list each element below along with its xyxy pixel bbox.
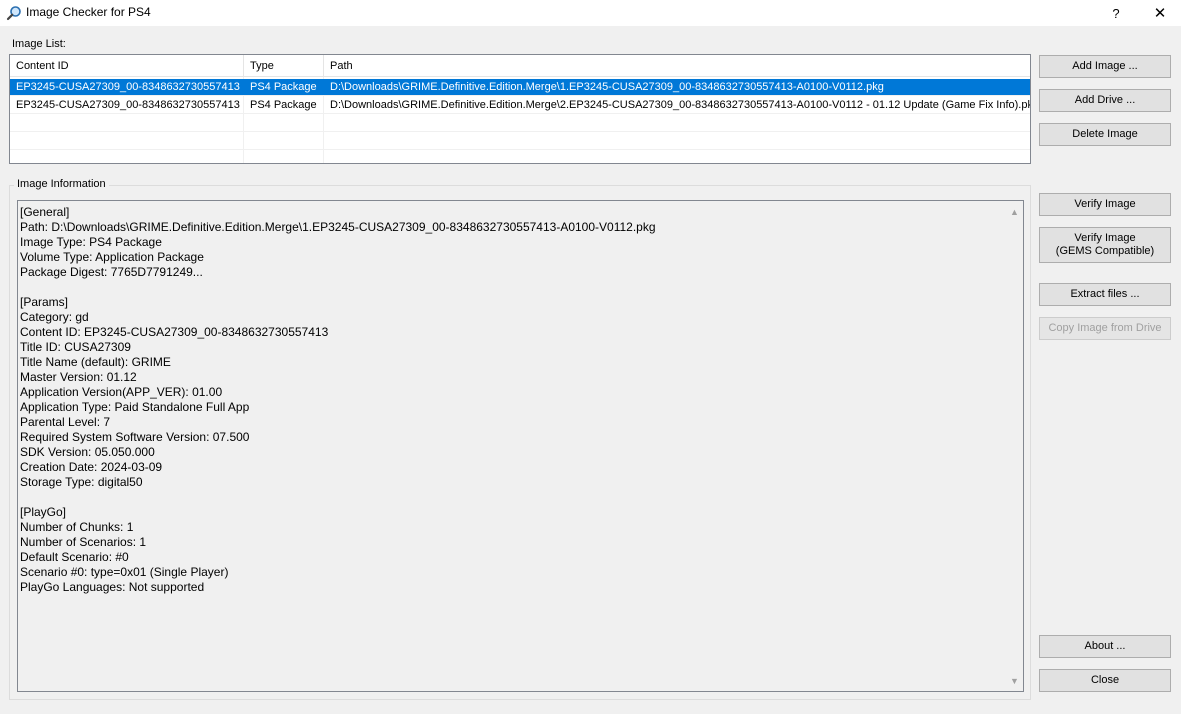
path-cell: D:\Downloads\GRIME.Definitive.Edition.Me… — [330, 81, 884, 93]
list-header: Content ID Type Path — [10, 55, 1030, 77]
add-drive-button[interactable]: Add Drive ... — [1039, 89, 1171, 112]
empty-row — [10, 133, 1030, 150]
close-window-button[interactable]: ✕ — [1137, 0, 1181, 26]
magnifier-icon — [6, 6, 21, 21]
verify-gems-label-line2: (GEMS Compatible) — [1055, 245, 1155, 257]
delete-image-button[interactable]: Delete Image — [1039, 123, 1171, 146]
list-row[interactable]: EP3245-CUSA27309_00-8348632730557413 PS4… — [10, 79, 1030, 96]
image-information-label: Image Information — [14, 178, 109, 190]
verify-image-gems-button[interactable]: Verify Image (GEMS Compatible) — [1039, 227, 1171, 263]
content-id-cell: EP3245-CUSA27309_00-8348632730557413 — [16, 81, 240, 93]
image-list[interactable]: Content ID Type Path EP3245-CUSA27309_00… — [9, 54, 1031, 164]
column-header-type[interactable]: Type — [244, 55, 324, 77]
verify-image-button[interactable]: Verify Image — [1039, 193, 1171, 216]
image-list-label: Image List: — [12, 38, 66, 50]
image-information-text: [General] Path: D:\Downloads\GRIME.Defin… — [20, 205, 656, 594]
window-title: Image Checker for PS4 — [26, 5, 151, 19]
column-header-path[interactable]: Path — [324, 55, 1030, 77]
verify-gems-label-line1: Verify Image — [1074, 232, 1136, 244]
scroll-down-icon[interactable]: ▼ — [1006, 672, 1023, 689]
column-header-content-id[interactable]: Content ID — [10, 55, 244, 77]
help-button[interactable]: ? — [1093, 0, 1139, 26]
type-cell: PS4 Package — [250, 81, 317, 93]
add-image-button[interactable]: Add Image ... — [1039, 55, 1171, 78]
about-button[interactable]: About ... — [1039, 635, 1171, 658]
image-information-textbox[interactable]: [General] Path: D:\Downloads\GRIME.Defin… — [17, 200, 1024, 692]
path-cell: D:\Downloads\GRIME.Definitive.Edition.Me… — [330, 99, 1030, 111]
copy-image-from-drive-button: Copy Image from Drive — [1039, 317, 1171, 340]
list-row[interactable]: EP3245-CUSA27309_00-8348632730557413 PS4… — [10, 97, 1030, 114]
type-cell: PS4 Package — [250, 99, 317, 111]
scroll-up-icon[interactable]: ▲ — [1006, 203, 1023, 220]
vertical-scrollbar[interactable]: ▲ ▼ — [1006, 201, 1023, 691]
empty-row — [10, 115, 1030, 132]
content-id-cell: EP3245-CUSA27309_00-8348632730557413 — [16, 99, 240, 111]
close-button[interactable]: Close — [1039, 669, 1171, 692]
title-bar: Image Checker for PS4 ? ✕ — [0, 0, 1181, 26]
extract-files-button[interactable]: Extract files ... — [1039, 283, 1171, 306]
